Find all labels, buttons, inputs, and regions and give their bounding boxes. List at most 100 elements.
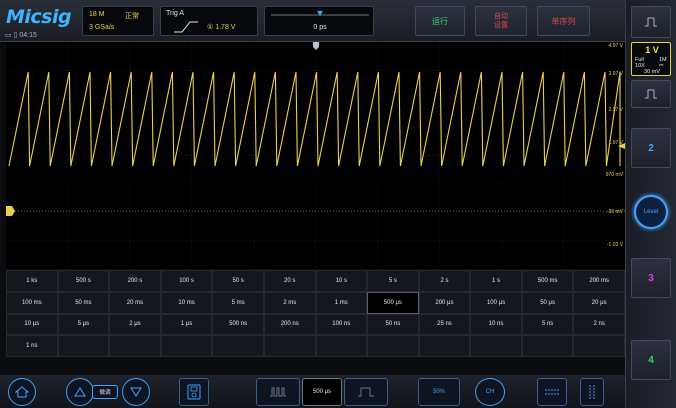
timebase-option[interactable]: 200 ms <box>573 270 625 292</box>
screen-icon: ▭ <box>5 32 12 39</box>
timebase-option[interactable]: 1 ns <box>6 335 58 357</box>
horizontal-position[interactable]: 0 ps <box>264 6 374 36</box>
timebase-option[interactable]: 200 μs <box>418 291 471 314</box>
timebase-value: 500 μs <box>302 378 342 406</box>
fine-label: 微调 <box>99 390 111 396</box>
acquisition-mode: 正常 <box>125 13 139 20</box>
timebase-option[interactable]: 5 μs <box>57 313 110 336</box>
timebase-empty-cell <box>367 335 419 357</box>
voltage-label: 2.97 V <box>608 107 623 113</box>
timebase-empty-cell <box>418 335 471 357</box>
timebase-option[interactable]: 1 ms <box>315 291 368 314</box>
timebase-empty-cell <box>315 335 368 357</box>
timebase-option[interactable]: 20 s <box>263 270 316 292</box>
fine-up-button[interactable] <box>66 378 94 406</box>
timebase-option[interactable]: 100 μs <box>470 291 522 314</box>
trigger-level: ① 1.78 V <box>207 24 236 31</box>
timebase-option[interactable]: 500 ns <box>212 313 264 336</box>
timebase-option[interactable]: 100 ms <box>6 291 58 314</box>
timebase-option[interactable]: 50 s <box>212 270 264 292</box>
timebase-option[interactable]: 2 s <box>418 270 471 292</box>
timebase-option[interactable]: 1 μs <box>160 313 213 336</box>
timebase-selector: 1 ks 500 s 200 s 100 s 50 s 20 s 10 s5 s2 s1 s… <box>6 270 625 357</box>
timebase-empty-cell <box>263 335 316 357</box>
memory-depth: 18 M <box>89 11 105 18</box>
ch1-settings[interactable]: 1 V Full 1M 10X ⎓ 30 mV <box>631 42 671 76</box>
timebase-empty-cell <box>160 335 213 357</box>
timebase-option[interactable]: 50 ms <box>57 291 110 314</box>
timebase-option[interactable]: 200 ns <box>263 313 316 336</box>
triangle-down-icon <box>130 387 142 397</box>
timebase-option[interactable]: 2 ms <box>263 291 316 314</box>
timebase-option[interactable]: 5 ms <box>212 291 264 314</box>
single-sequence-button[interactable]: 单序列 <box>537 6 590 36</box>
timebase-option[interactable]: 500 μs <box>367 291 419 314</box>
zoom-label: 50% <box>432 389 445 395</box>
timebase-option[interactable]: 2 μs <box>109 313 161 336</box>
ch4-button[interactable]: 4 <box>631 340 671 380</box>
channel-select-button[interactable]: CH <box>475 378 505 406</box>
timebase-option[interactable]: 10 μs <box>6 313 58 336</box>
timebase-option[interactable]: 50 ns <box>367 313 419 336</box>
timebase-option[interactable]: 100 s <box>160 270 213 292</box>
timebase-value-label: 500 μs <box>312 389 332 395</box>
ch2-button[interactable]: 2 <box>631 128 671 168</box>
save-button[interactable] <box>179 378 209 406</box>
zoom-button[interactable]: 50% <box>418 378 460 406</box>
acquisition-info[interactable]: 18 M 正常 3 GSa/s <box>82 6 154 36</box>
trigger-info[interactable]: Trig A ① 1.78 V <box>160 6 258 36</box>
waveform-canvas <box>6 42 625 269</box>
auto-setup-button[interactable]: 自动 设置 <box>475 6 527 36</box>
time-position-indicator <box>271 11 369 16</box>
save-file-icon <box>187 384 201 400</box>
timebase-option[interactable]: 1 ks <box>6 270 58 292</box>
timebase-option[interactable]: 500 ms <box>521 270 574 292</box>
ch3-button[interactable]: 3 <box>631 258 671 298</box>
trigger-title: Trig A <box>166 10 185 17</box>
sample-rate: 3 GSa/s <box>89 24 115 31</box>
timebase-option[interactable]: 200 s <box>109 270 161 292</box>
ch1-wave-button[interactable] <box>631 80 671 108</box>
trigger-level-knob[interactable]: Level <box>634 195 668 229</box>
cursor-vertical-button[interactable] <box>580 378 604 406</box>
vertical-cursor-icon <box>589 385 595 399</box>
timebase-empty-cell <box>470 335 522 357</box>
voltage-label: 3.97 V <box>608 71 623 77</box>
timebase-slower-button[interactable] <box>344 378 388 406</box>
cursor-horizontal-button[interactable] <box>537 378 567 406</box>
wide-pulse-icon <box>358 387 374 397</box>
timebase-option[interactable]: 20 μs <box>573 291 625 314</box>
pulse-icon <box>645 17 657 27</box>
timebase-empty-cell <box>57 335 110 357</box>
right-panel: 1 V Full 1M 10X ⎓ 30 mV 2 Level 3 4 <box>625 0 676 408</box>
battery-icon: ▯ <box>13 32 18 39</box>
status-clock: ▭ ▯ 04:15 <box>5 31 37 39</box>
timebase-faster-button[interactable] <box>256 378 300 406</box>
ch1-scale: 1 V <box>645 45 659 55</box>
fine-adjust-toggle[interactable]: 微调 <box>92 385 118 399</box>
timebase-empty-cell <box>212 335 264 357</box>
timebase-option[interactable]: 100 ns <box>315 313 368 336</box>
timebase-option[interactable]: 10 ns <box>470 313 522 336</box>
ch1-pulse-button[interactable] <box>631 6 671 38</box>
timebase-option[interactable]: 25 ns <box>418 313 471 336</box>
timebase-option[interactable]: 5 s <box>367 270 419 292</box>
timebase-option[interactable]: 2 ns <box>573 313 625 336</box>
run-button[interactable]: 运行 <box>415 6 465 36</box>
timebase-option[interactable]: 20 ms <box>109 291 161 314</box>
voltage-label: -1.03 V <box>606 242 623 248</box>
fine-down-button[interactable] <box>122 378 150 406</box>
ch1-ground-marker <box>6 206 15 216</box>
pulse-icon <box>645 89 657 99</box>
timebase-option[interactable]: 500 s <box>57 270 110 292</box>
channel-select-label: CH <box>485 389 495 395</box>
brand-logo: Micsig <box>6 6 72 28</box>
timebase-option[interactable]: 1 s <box>470 270 522 292</box>
waveform-display[interactable]: 4.97 V 3.97 V 2.97 V 1.97 V 970 mV -30 m… <box>6 42 625 269</box>
timebase-option[interactable]: 10 s <box>315 270 368 292</box>
home-button[interactable] <box>8 378 36 406</box>
voltage-label: 4.97 V <box>608 43 623 49</box>
timebase-option[interactable]: 50 μs <box>521 291 574 314</box>
timebase-option[interactable]: 5 ns <box>521 313 574 336</box>
timebase-option[interactable]: 10 ms <box>160 291 213 314</box>
